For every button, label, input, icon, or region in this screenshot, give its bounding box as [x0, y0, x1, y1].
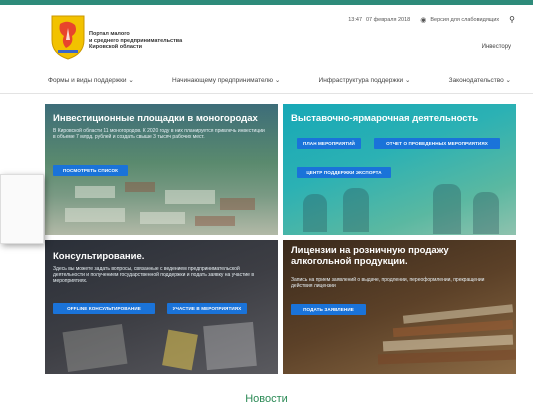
building-shape [65, 208, 125, 222]
document-shape [162, 329, 198, 371]
building-shape [75, 186, 115, 198]
book-shape [382, 334, 514, 352]
nav-item-support-forms[interactable]: Формы и виды поддержки ⌄ [48, 76, 134, 84]
nav-item-legislation[interactable]: Законодательство ⌄ [449, 76, 511, 84]
search-icon[interactable]: ⚲ [509, 15, 515, 24]
org-name-line-3: Кировской области [89, 44, 143, 51]
person-silhouette [473, 192, 499, 234]
export-support-center-button[interactable]: ЦЕНТР ПОДДЕРЖКИ ЭКСПОРТА [297, 167, 391, 178]
view-list-button[interactable]: ПОСМОТРЕТЬ СПИСОК [53, 165, 128, 176]
top-accent-bar [0, 0, 533, 5]
events-report-button[interactable]: ОТЧЕТ О ПРОВЕДЕННЫХ МЕРОПРИЯТИЯХ [374, 138, 500, 149]
building-shape [125, 182, 155, 192]
organization-name: Портал малого и среднего предприниматель… [89, 31, 199, 51]
tile-title: Инвестиционные площадки в моногородах [53, 113, 258, 124]
building-shape [220, 198, 255, 210]
investor-link[interactable]: Инвестору [482, 44, 511, 50]
coat-of-arms-logo[interactable] [48, 14, 88, 60]
tile-title: Консультирование. [53, 251, 145, 262]
overlay-frame [0, 174, 44, 244]
document-shape [62, 324, 128, 372]
event-participation-button[interactable]: УЧАСТИЕ В МЕРОПРИЯТИЯХ [167, 303, 247, 314]
tile-title: Лицензии на розничную продажу алкогольно… [291, 245, 449, 267]
tile-exhibition-activity[interactable]: Выставочно-ярмарочная деятельность ПЛАН … [283, 104, 516, 235]
current-date: 07 февраля 2018 [366, 16, 411, 23]
org-name-line-1: Портал малого [89, 31, 130, 37]
main-navigation: Формы и виды поддержки ⌄ Начинающему пре… [0, 70, 533, 94]
tile-consulting[interactable]: Консультирование. Здесь вы можете задать… [45, 240, 278, 374]
person-silhouette [303, 194, 327, 232]
offline-consulting-button[interactable]: OFFLINE КОНСУЛЬТИРОВАНИЕ [53, 303, 155, 314]
news-heading: Новости [245, 393, 288, 405]
clock-time: 13:47 [348, 16, 362, 23]
tile-alcohol-licenses[interactable]: Лицензии на розничную продажу алкогольно… [283, 240, 516, 374]
building-shape [165, 190, 215, 204]
submit-application-button[interactable]: ПОДАТЬ ЗАЯВЛЕНИЕ [291, 304, 366, 315]
tile-description: В Кировской области 11 моногородов. К 20… [53, 128, 265, 141]
book-shape [377, 349, 516, 365]
building-shape [140, 212, 185, 224]
person-silhouette [343, 188, 369, 232]
building-shape [195, 216, 235, 226]
utility-bar: 13:47 07 февраля 2018 ◉ Версия для слабо… [348, 15, 515, 24]
accessibility-version-link[interactable]: Версия для слабовидящих [430, 17, 499, 23]
document-shape [203, 321, 257, 371]
nav-divider [0, 93, 533, 94]
events-plan-button[interactable]: ПЛАН МЕРОПРИЯТИЙ [297, 138, 361, 149]
tile-description: Здесь вы можете задать вопросы, связанны… [53, 266, 254, 285]
eye-icon[interactable]: ◉ [420, 16, 426, 24]
nav-item-infrastructure[interactable]: Инфраструктура поддержки ⌄ [319, 76, 411, 84]
nav-item-beginner[interactable]: Начинающему предпринимателю ⌄ [172, 76, 280, 84]
tile-description: Запись на прием заявлений о выдаче, прод… [291, 277, 485, 290]
tile-title: Выставочно-ярмарочная деятельность [291, 113, 479, 124]
tile-investment-sites[interactable]: Инвестиционные площадки в моногородах В … [45, 104, 278, 235]
person-silhouette [433, 184, 461, 234]
